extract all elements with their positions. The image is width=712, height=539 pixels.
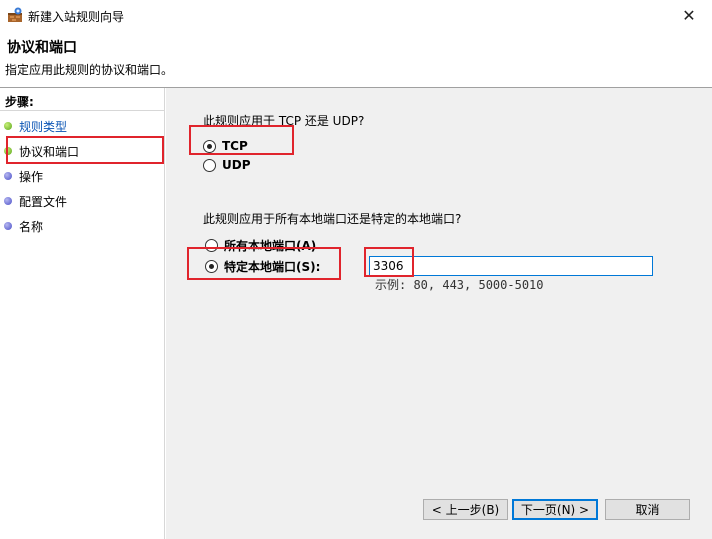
radio-all-ports[interactable]: 所有本地端口(A) (205, 237, 316, 254)
protocol-question: 此规则应用于 TCP 还是 UDP? (203, 114, 365, 128)
step-pending-icon (4, 197, 12, 205)
ports-example: 示例: 80, 443, 5000-5010 (375, 278, 544, 292)
step-done-icon (4, 122, 12, 130)
sidebar-item-rule-type[interactable]: 规则类型 (4, 117, 67, 135)
next-button[interactable]: 下一页(N) > (512, 499, 598, 520)
radio-unchecked-icon (203, 158, 216, 172)
sidebar-item-action[interactable]: 操作 (4, 167, 43, 185)
radio-tcp[interactable]: TCP (203, 139, 248, 153)
radio-all-ports-label: 所有本地端口(A) (224, 239, 317, 253)
title-bar: 新建入站规则向导 ✕ (0, 0, 712, 31)
sidebar-item-name[interactable]: 名称 (4, 217, 43, 235)
sidebar-item-label: 协议和端口 (19, 144, 80, 159)
radio-unchecked-icon (205, 239, 218, 252)
radio-specific-ports-label: 特定本地端口(S): (224, 260, 321, 274)
sidebar-item-label: 配置文件 (19, 194, 68, 209)
close-button[interactable]: ✕ (666, 0, 712, 31)
radio-checked-icon (205, 260, 218, 273)
steps-divider (0, 110, 164, 111)
sidebar-item-protocol-ports[interactable]: 协议和端口 (4, 142, 79, 160)
page-title: 协议和端口 (7, 40, 77, 56)
radio-specific-ports[interactable]: 特定本地端口(S): (205, 258, 320, 275)
page-description: 指定应用此规则的协议和端口。 (5, 63, 174, 77)
step-current-icon (4, 147, 12, 155)
window-title: 新建入站规则向导 (28, 10, 125, 24)
cancel-button[interactable]: 取消 (605, 499, 690, 520)
ports-question: 此规则应用于所有本地端口还是特定的本地端口? (203, 212, 462, 226)
radio-tcp-label: TCP (222, 139, 248, 153)
sidebar-item-profile[interactable]: 配置文件 (4, 192, 67, 210)
step-pending-icon (4, 172, 12, 180)
sidebar-item-label: 规则类型 (19, 119, 68, 134)
specific-ports-input[interactable]: 3306 (369, 256, 653, 276)
back-button[interactable]: < 上一步(B) (423, 499, 508, 520)
radio-udp[interactable]: UDP (203, 158, 251, 172)
steps-label: 步骤: (5, 95, 34, 109)
close-icon: ✕ (682, 6, 696, 25)
firewall-icon (8, 7, 22, 22)
step-pending-icon (4, 222, 12, 230)
steps-sidebar: 步骤: 规则类型 协议和端口 操作 配置文件 名称 (0, 88, 165, 539)
wizard-header: 协议和端口 指定应用此规则的协议和端口。 (0, 31, 712, 88)
sidebar-item-label: 名称 (19, 219, 44, 234)
sidebar-item-label: 操作 (19, 169, 44, 184)
wizard-content (166, 88, 712, 539)
radio-udp-label: UDP (222, 158, 251, 172)
radio-checked-icon (203, 139, 216, 153)
